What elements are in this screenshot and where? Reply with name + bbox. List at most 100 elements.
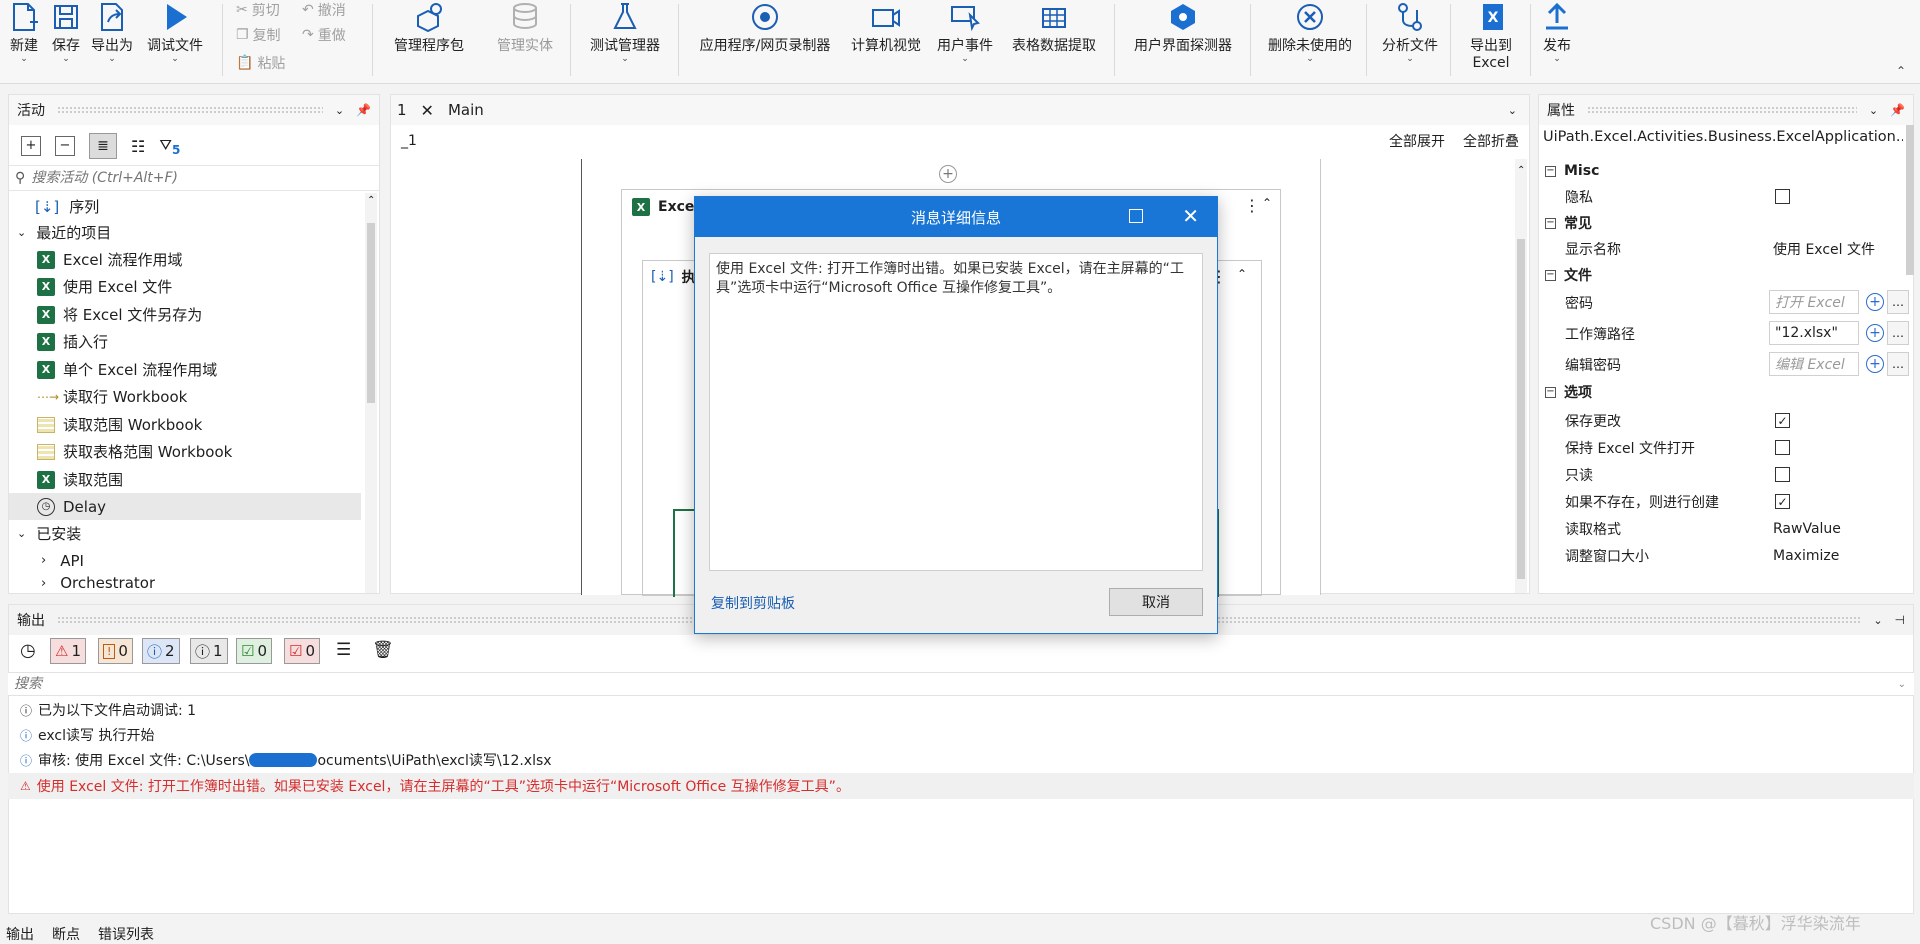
add-icon[interactable]: + bbox=[1866, 355, 1884, 373]
tree-item[interactable]: X 读取范围 bbox=[37, 466, 123, 493]
expand-all-button[interactable]: 全部展开 bbox=[1389, 131, 1445, 151]
tree-item[interactable]: X 使用 Excel 文件 bbox=[37, 273, 172, 300]
expand-all-icon[interactable]: + bbox=[21, 136, 41, 156]
scroll-thumb[interactable] bbox=[367, 223, 375, 403]
tree-group-recent[interactable]: ⌄ 最近的项目 bbox=[17, 219, 111, 246]
chevron-down-icon[interactable]: ⌄ bbox=[335, 104, 344, 117]
chevron-down-icon[interactable]: ⌄ bbox=[1508, 104, 1517, 117]
ui-explorer-button[interactable]: 用户界面探测器 bbox=[1124, 0, 1242, 80]
collapse-ribbon-icon[interactable]: ⌃ bbox=[1896, 64, 1906, 78]
table-extraction-button[interactable]: 表格数据提取 bbox=[1004, 0, 1104, 80]
scroll-up-icon[interactable]: ⌃ bbox=[367, 195, 375, 206]
tab-main[interactable]: Main bbox=[448, 101, 484, 119]
display-name-value[interactable]: 使用 Excel 文件 bbox=[1773, 239, 1875, 259]
paste-button[interactable]: 📋 粘贴 bbox=[236, 53, 285, 73]
grid-view-icon[interactable]: ☷ bbox=[131, 137, 145, 156]
debug-file-button[interactable]: 调试文件 ⌄ bbox=[140, 0, 210, 80]
export-excel-button[interactable]: X 导出到 Excel bbox=[1456, 0, 1526, 80]
tree-group-orchestrator[interactable]: › Orchestrator bbox=[41, 573, 155, 593]
error-filter-button[interactable]: ⚠ 1 bbox=[50, 638, 86, 664]
section-common[interactable]: − 常见 bbox=[1539, 211, 1913, 235]
section-misc[interactable]: − Misc bbox=[1539, 159, 1913, 183]
trace-filter-button[interactable]: ⓘ 1 bbox=[190, 638, 228, 664]
log-row[interactable]: ⓘ 审核: 使用 Excel 文件: C:\Users\ ocuments\UiPa… bbox=[20, 750, 552, 770]
computer-vision-button[interactable]: 计算机视觉 bbox=[846, 0, 926, 80]
cancel-button[interactable]: 取消 bbox=[1109, 588, 1203, 616]
filter-icon[interactable]: ⛛5 bbox=[159, 136, 180, 157]
edit-password-input[interactable]: 编辑 Excel bbox=[1769, 352, 1859, 376]
maximize-icon[interactable] bbox=[1129, 209, 1143, 223]
collapse-all-icon[interactable]: − bbox=[55, 136, 75, 156]
resize-window-value[interactable]: Maximize bbox=[1773, 548, 1839, 564]
save-changes-checkbox[interactable]: ✓ bbox=[1775, 413, 1790, 428]
log-row-error[interactable]: ⚠ 使用 Excel 文件: 打开工作簿时出错。如果已安装 Excel，请在主屏幕… bbox=[20, 776, 850, 796]
tree-group-api[interactable]: › API bbox=[41, 547, 84, 574]
create-if-missing-checkbox[interactable]: ✓ bbox=[1775, 494, 1790, 509]
chevron-down-icon[interactable]: ⌄ bbox=[1873, 614, 1882, 627]
tree-item-sequence[interactable]: [⇣] 序列 bbox=[35, 193, 99, 220]
scroll-thumb[interactable] bbox=[1517, 239, 1525, 579]
tree-item[interactable]: ⋯→ 读取行 Workbook bbox=[37, 383, 187, 410]
tree-item[interactable]: X 单个 Excel 流程作用域 bbox=[37, 356, 217, 383]
pin-icon[interactable]: 📌 bbox=[356, 103, 371, 117]
close-icon[interactable]: ✕ bbox=[1182, 204, 1199, 228]
ellipsis-button[interactable]: … bbox=[1887, 290, 1909, 314]
analyze-file-button[interactable]: 分析文件 ⌄ bbox=[1374, 0, 1446, 80]
remove-unused-button[interactable]: 删除未使用的 ⌄ bbox=[1262, 0, 1358, 80]
message-textbox[interactable]: 使用 Excel 文件: 打开工作簿时出错。如果已安装 Excel，请在主屏幕的… bbox=[709, 253, 1203, 571]
designer-scrollbar[interactable]: ⌃ bbox=[1515, 159, 1527, 593]
private-checkbox[interactable] bbox=[1775, 189, 1790, 204]
export-as-button[interactable]: 导出为 ⌄ bbox=[88, 0, 136, 80]
collapse-all-button[interactable]: 全部折叠 bbox=[1463, 131, 1519, 151]
copy-button[interactable]: ❐ 复制 bbox=[236, 25, 281, 45]
redo-button[interactable]: ↷ 重做 bbox=[302, 25, 346, 45]
collapse-section-icon[interactable]: − bbox=[1545, 217, 1556, 229]
chevron-down-icon[interactable]: ⌄ bbox=[1898, 679, 1906, 690]
trash-icon[interactable]: 🗑 bbox=[372, 640, 394, 660]
sort-icon[interactable]: ☰ bbox=[336, 640, 351, 660]
collapse-section-icon[interactable]: − bbox=[1545, 165, 1556, 177]
tree-item[interactable]: X 插入行 bbox=[37, 328, 108, 355]
fatal-filter-button[interactable]: ☑ 0 bbox=[284, 638, 320, 664]
close-tab-icon[interactable]: ✕ bbox=[421, 101, 434, 120]
clock-icon[interactable]: ◷ bbox=[20, 640, 36, 661]
copy-to-clipboard-link[interactable]: 复制到剪贴板 bbox=[711, 593, 795, 613]
collapse-section-icon[interactable]: − bbox=[1545, 269, 1556, 281]
output-search[interactable]: ⌄ bbox=[8, 672, 1914, 696]
section-file[interactable]: − 文件 bbox=[1539, 263, 1913, 287]
ellipsis-button[interactable]: … bbox=[1887, 352, 1909, 376]
read-only-checkbox[interactable] bbox=[1775, 467, 1790, 482]
activities-search-input[interactable] bbox=[31, 170, 352, 186]
tab-breakpoints[interactable]: 断点 bbox=[52, 924, 80, 944]
log-row[interactable]: ⓘ 已为以下文件启动调试: 1 bbox=[20, 700, 196, 720]
tree-item[interactable]: X Excel 流程作用域 bbox=[37, 246, 183, 273]
collapse-card-icon[interactable]: ⌃ bbox=[1262, 196, 1272, 210]
test-manager-button[interactable]: 测试管理器 ⌄ bbox=[582, 0, 668, 80]
chevron-down-icon[interactable]: ⌄ bbox=[1869, 104, 1878, 117]
tab-error-list[interactable]: 错误列表 bbox=[98, 924, 154, 944]
cut-button[interactable]: ✂ 剪切 bbox=[236, 0, 280, 20]
warning-filter-button[interactable]: ! 0 bbox=[98, 638, 133, 664]
keep-open-checkbox[interactable] bbox=[1775, 440, 1790, 455]
tree-item[interactable]: 读取范围 Workbook bbox=[37, 411, 202, 438]
recorder-button[interactable]: 应用程序/网页录制器 bbox=[690, 0, 840, 80]
add-activity-icon[interactable]: + bbox=[939, 165, 957, 183]
ellipsis-button[interactable]: … bbox=[1887, 321, 1909, 345]
activities-scrollbar[interactable]: ⌃ bbox=[365, 193, 377, 593]
info-filter-button[interactable]: ⓘ 2 bbox=[142, 638, 180, 664]
manage-packages-button[interactable]: 管理程序包 bbox=[384, 0, 474, 80]
read-format-value[interactable]: RawValue bbox=[1773, 521, 1841, 537]
undo-button[interactable]: ↶ 撤消 bbox=[302, 0, 346, 20]
properties-scrollbar[interactable] bbox=[1906, 125, 1914, 275]
log-row[interactable]: ⓘ excl读写 执行开始 bbox=[20, 725, 154, 745]
collapse-card-icon[interactable]: ⌃ bbox=[1237, 267, 1247, 281]
add-icon[interactable]: + bbox=[1866, 293, 1884, 311]
workbook-path-input[interactable]: "12.xlsx" bbox=[1769, 321, 1859, 345]
save-button[interactable]: 保存 ⌄ bbox=[46, 0, 86, 80]
tree-item[interactable]: X 将 Excel 文件另存为 bbox=[37, 301, 202, 328]
success-filter-button[interactable]: ☑ 0 bbox=[236, 638, 272, 664]
breadcrumb[interactable]: _1 bbox=[401, 133, 417, 149]
tree-item[interactable]: 获取表格范围 Workbook bbox=[37, 438, 232, 465]
new-button[interactable]: 新建 ⌄ bbox=[4, 0, 44, 80]
tree-item[interactable]: ◷ Delay bbox=[37, 493, 106, 520]
